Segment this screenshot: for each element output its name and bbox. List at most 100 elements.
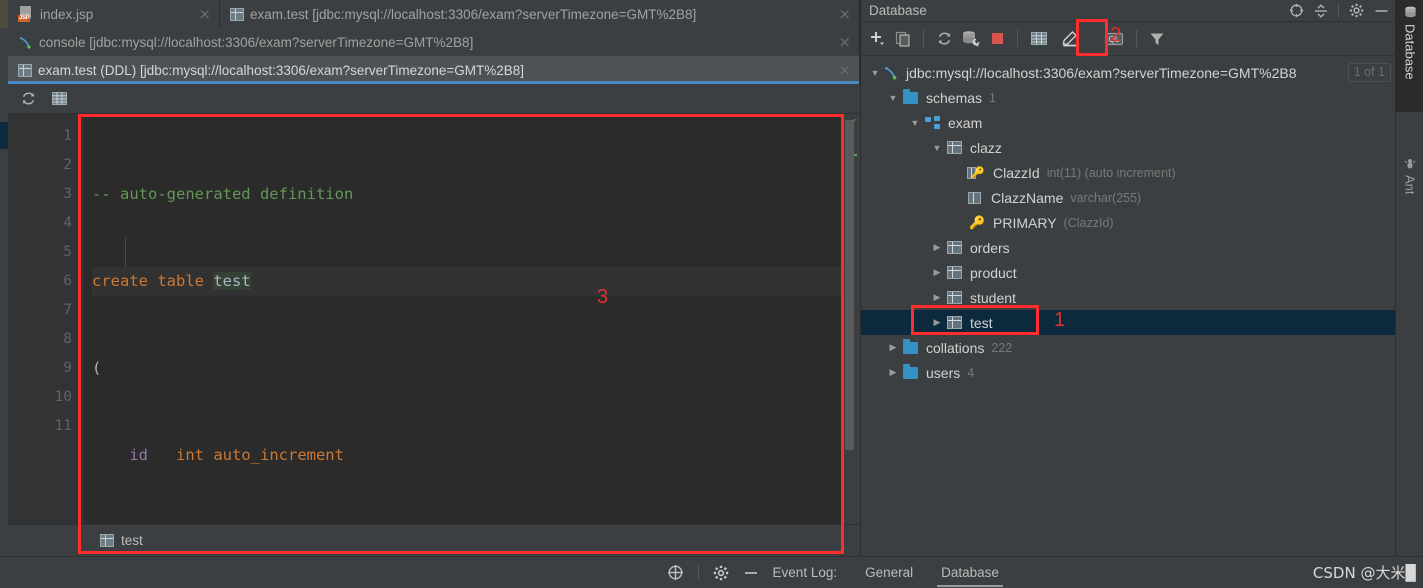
chevron-down-icon[interactable]: ▼: [907, 118, 923, 128]
tree-node-primary-key[interactable]: 🔑 PRIMARY (ClazzId): [861, 210, 1395, 235]
scrollbar-thumb[interactable]: [845, 120, 854, 450]
chevron-right-icon[interactable]: ▶: [929, 242, 945, 253]
minimize-icon[interactable]: [743, 567, 759, 579]
tree-node-schemas[interactable]: ▼ schemas 1: [861, 85, 1395, 110]
editor-tab-console[interactable]: console [jdbc:mysql://localhost:3306/exa…: [8, 28, 860, 56]
left-strip-marker-selected: [0, 122, 8, 149]
tree-node-users[interactable]: ▶ users 4: [861, 360, 1395, 385]
left-strip-marker-top: [0, 0, 8, 28]
database-tree: ▼ jdbc:mysql://localhost:3306/exam?serve…: [861, 56, 1395, 385]
editor-toolbar: [8, 84, 860, 114]
ant-icon: [1404, 158, 1416, 170]
tree-node-label: exam: [948, 114, 983, 131]
table-icon: [100, 534, 114, 547]
code-token: test: [213, 272, 251, 290]
table-grid-icon[interactable]: [1030, 31, 1048, 46]
tree-node-student[interactable]: ▶ student: [861, 285, 1395, 310]
status-item-database[interactable]: Database: [927, 565, 1013, 587]
editor-tab-index-jsp[interactable]: JSP index.jsp ×: [8, 0, 220, 28]
schema-icon: [925, 115, 941, 130]
refresh-icon[interactable]: [936, 30, 953, 47]
line-number: 10: [54, 389, 72, 405]
annotation-number-1: 1: [1054, 309, 1066, 331]
tree-node-label: product: [970, 264, 1017, 281]
status-bar-right: Event Log: General Database CSDN @大米▉: [667, 562, 1423, 587]
copy-icon[interactable]: [895, 31, 911, 47]
code-token: id: [92, 446, 176, 464]
tree-node-count: 222: [991, 340, 1013, 355]
edit-pencil-icon[interactable]: [1061, 30, 1079, 47]
tool-tab-database[interactable]: Database: [1396, 0, 1423, 112]
tree-node-label: collations: [926, 339, 985, 356]
close-icon[interactable]: ×: [824, 62, 851, 78]
panel-header-icons: [1289, 3, 1389, 18]
line-number: 7: [63, 302, 72, 318]
chevron-right-icon[interactable]: ▶: [885, 342, 901, 353]
table-icon: [947, 316, 962, 329]
code-line: create table test: [92, 267, 842, 296]
tree-node-product[interactable]: ▶ product: [861, 260, 1395, 285]
line-number: 9: [63, 360, 72, 376]
tree-node-clazzname[interactable]: ClazzName varchar(255): [861, 185, 1395, 210]
chevron-down-icon[interactable]: ▼: [929, 143, 945, 153]
folder-icon: [903, 338, 918, 354]
tool-tab-label: Ant: [1402, 175, 1418, 195]
tree-node-label: orders: [970, 239, 1010, 256]
column-icon: [967, 191, 983, 205]
tree-node-clazzid[interactable]: 🔑 ClazzId int(11) (auto increment): [861, 160, 1395, 185]
chevron-right-icon[interactable]: ▶: [929, 292, 945, 303]
line-number: 3: [63, 186, 72, 202]
indent-guide: [125, 238, 126, 267]
code-token: int auto_increment: [176, 446, 344, 464]
table-icon: [947, 291, 962, 304]
line-number: 8: [63, 331, 72, 347]
minimize-icon[interactable]: [1374, 5, 1389, 17]
tree-node-orders[interactable]: ▶ orders: [861, 235, 1395, 260]
tool-tab-ant[interactable]: Ant: [1396, 152, 1423, 218]
tree-node-label: ClazzId: [993, 164, 1040, 181]
tree-node-test[interactable]: ▶ test: [861, 310, 1395, 335]
line-number: 11: [54, 418, 72, 434]
db-tools-icon[interactable]: [962, 30, 981, 47]
editor-tab-exam-test[interactable]: exam.test [jdbc:mysql://localhost:3306/e…: [220, 0, 860, 28]
table-grid-icon[interactable]: [51, 91, 68, 106]
refresh-icon[interactable]: [20, 90, 37, 107]
chevron-right-icon[interactable]: ▶: [929, 317, 945, 328]
stop-icon[interactable]: [990, 31, 1005, 46]
database-panel-header: Database: [861, 0, 1395, 22]
collapse-all-icon[interactable]: [1314, 3, 1328, 18]
line-number: 5: [63, 244, 72, 260]
editor-tab-label: exam.test (DDL) [jdbc:mysql://localhost:…: [38, 62, 525, 78]
database-tool-window: Database QL 2 ▼ jdbc:mysql://localhost:3…: [860, 0, 1395, 556]
editor-tab-exam-test-ddl[interactable]: exam.test (DDL) [jdbc:mysql://localhost:…: [8, 56, 860, 84]
filter-icon[interactable]: [1149, 31, 1165, 47]
chevron-down-icon[interactable]: ▼: [885, 93, 901, 103]
tree-node-count: 4: [967, 365, 975, 380]
code-text-area[interactable]: -- auto-generated definition create tabl…: [84, 114, 842, 556]
editor-scrollbar[interactable]: ✓: [842, 114, 860, 556]
chevron-right-icon[interactable]: ▶: [885, 367, 901, 378]
ddl-code-editor[interactable]: 1 2 3 4 5 6 7 8 9 10 11 ▼ ▼ ▲ ▲: [8, 114, 860, 556]
close-icon[interactable]: ×: [824, 6, 851, 22]
crosshair-icon[interactable]: [667, 564, 684, 581]
settings-gear-icon[interactable]: [713, 565, 729, 581]
status-item-general[interactable]: General: [851, 565, 927, 580]
settings-gear-icon[interactable]: [1349, 3, 1364, 18]
add-plus-icon[interactable]: [869, 30, 886, 47]
database-icon: [1404, 6, 1417, 19]
editor-tab-label: exam.test [jdbc:mysql://localhost:3306/e…: [250, 6, 697, 22]
tool-tab-label: Database: [1402, 24, 1418, 80]
locate-crosshair-icon[interactable]: [1289, 3, 1304, 18]
breadcrumb-label[interactable]: test: [121, 533, 143, 548]
line-number: 6: [63, 273, 72, 289]
tree-node-collations[interactable]: ▶ collations 222: [861, 335, 1395, 360]
tree-node-connection[interactable]: ▼ jdbc:mysql://localhost:3306/exam?serve…: [861, 60, 1395, 85]
close-icon[interactable]: ×: [824, 34, 851, 50]
chevron-right-icon[interactable]: ▶: [929, 267, 945, 278]
tree-node-exam[interactable]: ▼ exam: [861, 110, 1395, 135]
code-line: id int auto_increment: [92, 441, 842, 470]
close-icon[interactable]: ×: [184, 6, 211, 22]
code-content: -- auto-generated definition create tabl…: [84, 114, 842, 556]
tree-node-clazz[interactable]: ▼ clazz: [861, 135, 1395, 160]
chevron-down-icon[interactable]: ▼: [867, 68, 883, 78]
